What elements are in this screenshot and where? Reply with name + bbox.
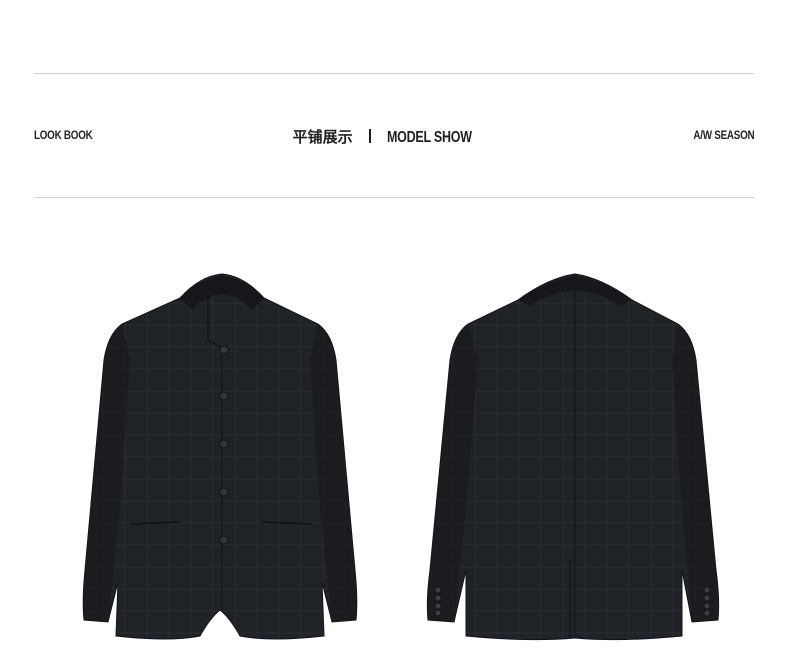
section-title: 平铺展示 MODEL SHOW — [34, 126, 754, 147]
section-header: LOOK BOOK 平铺展示 MODEL SHOW A/W SEASON — [34, 126, 754, 150]
jacket-front-image — [82, 273, 358, 640]
title-chinese: 平铺展示 — [292, 128, 353, 146]
jacket-back-image — [426, 273, 720, 641]
bottom-divider — [34, 197, 754, 198]
title-separator — [368, 129, 371, 143]
season-label: A/W SEASON — [693, 128, 754, 142]
title-english: MODEL SHOW — [386, 129, 472, 146]
top-divider — [34, 73, 754, 74]
